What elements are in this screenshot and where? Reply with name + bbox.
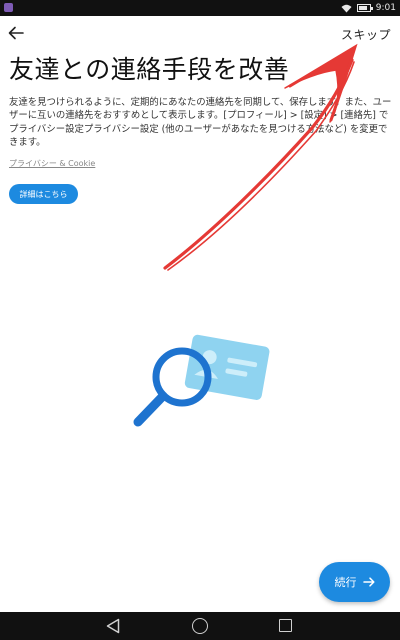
skip-button[interactable]: スキップ (341, 26, 391, 43)
page-title: 友達との連絡手段を改善 (9, 55, 290, 84)
status-time: 9:01 (375, 3, 396, 13)
battery-icon (356, 4, 373, 12)
nav-recents-icon[interactable] (279, 619, 292, 632)
description-text: 友達を見つけられるように、定期的にあなたの連絡先を同期して、保存します。また、ユ… (9, 97, 392, 149)
nav-back-icon[interactable] (106, 618, 120, 634)
nav-home-icon[interactable] (192, 618, 208, 634)
magnifier-contact-card-icon (133, 334, 270, 427)
arrow-right-icon (362, 577, 375, 587)
status-indicators: 9:01 (341, 2, 396, 14)
wifi-icon (341, 4, 352, 12)
privacy-cookie-link[interactable]: プライバシー & Cookie (9, 158, 95, 169)
status-bar: 9:01 (0, 0, 400, 16)
back-button[interactable] (4, 22, 28, 44)
continue-label: 続行 (334, 576, 357, 589)
learn-more-button[interactable]: 詳細はこちら (9, 184, 78, 204)
continue-button[interactable]: 続行 (319, 562, 390, 602)
app-notification-icon (4, 3, 13, 12)
back-arrow-icon (8, 26, 24, 40)
system-nav-bar (0, 612, 400, 640)
